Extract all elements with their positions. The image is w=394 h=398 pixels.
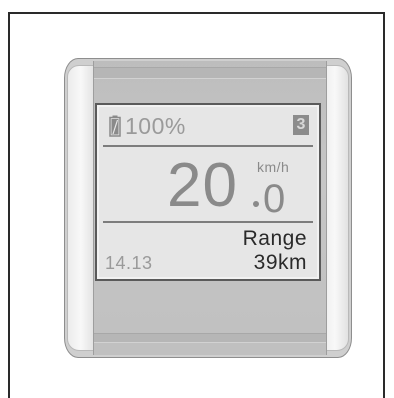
battery-percent: 100%	[125, 113, 186, 139]
ebike-display-unit: 100% 3 20 0 km/h 14.13 Range 39km	[64, 58, 352, 358]
bottom-band	[94, 333, 326, 343]
divider-top	[103, 145, 313, 147]
left-bezel	[67, 65, 95, 351]
speed-integer: 20	[167, 151, 238, 220]
range-value: 39km	[253, 251, 307, 274]
divider-bottom	[103, 221, 313, 223]
device-shell: 100% 3 20 0 km/h 14.13 Range 39km	[64, 58, 352, 358]
range-label: Range	[242, 227, 307, 250]
speed-unit: km/h	[257, 159, 290, 175]
lcd-screen: 100% 3 20 0 km/h 14.13 Range 39km	[95, 103, 321, 281]
top-band	[94, 67, 326, 79]
speed-decimal: 0	[263, 177, 286, 221]
battery-icon	[109, 115, 121, 137]
speed-decimal-point	[253, 201, 259, 207]
assist-level-badge: 3	[293, 115, 309, 135]
trip-value: 14.13	[105, 253, 153, 273]
